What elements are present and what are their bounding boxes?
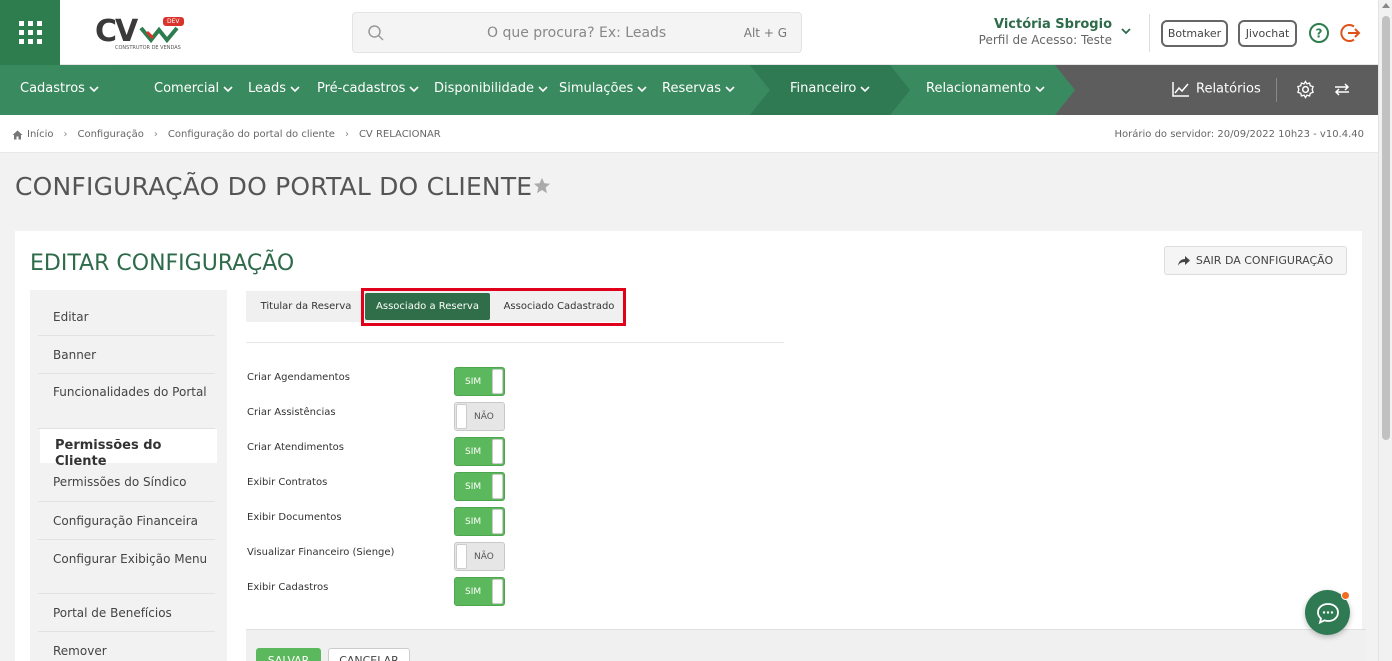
search-placeholder: O que procura? Ex: Leads bbox=[487, 25, 667, 41]
breadcrumb-separator: › bbox=[153, 129, 158, 140]
logout-icon[interactable] bbox=[1340, 22, 1362, 44]
permission-label: Exibir Documentos bbox=[247, 512, 342, 523]
chevron-down-icon bbox=[409, 85, 419, 92]
botmaker-button[interactable]: Botmaker bbox=[1161, 20, 1228, 47]
chevron-down-icon bbox=[223, 85, 233, 92]
sidebar-item-permissoes-sindico[interactable]: Permissões do Síndico bbox=[38, 464, 215, 502]
svg-text:?: ? bbox=[1316, 27, 1323, 41]
permission-label: Visualizar Financeiro (Sienge) bbox=[247, 547, 395, 558]
sidebar-item-remover[interactable]: Remover bbox=[38, 632, 215, 661]
toggle-exibir-contratos[interactable]: SIM bbox=[454, 472, 505, 501]
logo-subtitle: CONSTRUTOR DE VENDAS bbox=[115, 45, 181, 51]
nav-item-relatorios[interactable]: Relatórios bbox=[1172, 81, 1261, 97]
page-title: CONFIGURAÇÃO DO PORTAL DO CLIENTE bbox=[15, 172, 533, 201]
sidebar-item-banner[interactable]: Banner bbox=[38, 336, 215, 374]
divider bbox=[246, 342, 784, 343]
breadcrumb-current: CV RELACIONAR bbox=[358, 129, 441, 140]
config-card: EDITAR CONFIGURAÇÃO SAIR DA CONFIGURAÇÃO… bbox=[15, 231, 1366, 661]
apps-menu-button[interactable] bbox=[0, 0, 60, 65]
notification-dot bbox=[1341, 591, 1350, 600]
breadcrumb-separator: › bbox=[344, 129, 349, 140]
nav-item-disponibilidade[interactable]: Disponibilidade bbox=[434, 81, 548, 96]
sidebar-item-funcionalidades[interactable]: Funcionalidades do Portal bbox=[38, 374, 215, 429]
sidebar: Editar Banner Funcionalidades do Portal … bbox=[30, 290, 227, 661]
exit-config-button[interactable]: SAIR DA CONFIGURAÇÃO bbox=[1164, 246, 1347, 275]
user-menu[interactable]: Victória Sbrogio Perfil de Acesso: Teste bbox=[979, 17, 1112, 47]
breadcrumb-configuracao[interactable]: Configuração bbox=[77, 129, 143, 140]
sidebar-item-config-financeira[interactable]: Configuração Financeira bbox=[38, 502, 215, 540]
nav-divider bbox=[1276, 78, 1277, 102]
nav-item-comercial[interactable]: Comercial bbox=[154, 81, 233, 96]
permission-label: Criar Agendamentos bbox=[247, 372, 350, 383]
share-arrow-icon bbox=[1177, 255, 1190, 266]
cancel-button[interactable]: CANCELAR bbox=[328, 648, 410, 661]
breadcrumb-bar: Início › Configuração › Configuração do … bbox=[0, 115, 1378, 153]
chevron-down-icon bbox=[1035, 85, 1045, 92]
chevron-down-icon[interactable] bbox=[1120, 26, 1132, 36]
chevron-down-icon bbox=[89, 85, 99, 92]
chevron-down-icon bbox=[725, 85, 735, 92]
card-title: EDITAR CONFIGURAÇÃO bbox=[30, 251, 295, 276]
permission-label: Criar Atendimentos bbox=[247, 442, 344, 453]
chevron-down-icon bbox=[290, 85, 300, 92]
breadcrumb-portal-config[interactable]: Configuração do portal do cliente bbox=[168, 129, 335, 140]
chevron-down-icon bbox=[637, 85, 647, 92]
permission-label: Criar Assistências bbox=[247, 407, 336, 418]
nav-item-simulacoes[interactable]: Simulações bbox=[559, 81, 647, 96]
form-actions: SALVAR CANCELAR bbox=[246, 629, 1366, 661]
chevron-down-icon bbox=[860, 85, 870, 92]
search-input[interactable]: O que procura? Ex: Leads Alt + G bbox=[352, 12, 802, 53]
swap-icon[interactable] bbox=[1334, 82, 1350, 97]
sidebar-item-portal-beneficios[interactable]: Portal de Benefícios bbox=[38, 594, 215, 632]
sidebar-item-editar[interactable]: Editar bbox=[38, 299, 215, 336]
main-nav: Cadastros Comercial Leads Pré-cadastros … bbox=[0, 65, 1378, 115]
breadcrumb: Início › Configuração › Configuração do … bbox=[12, 129, 441, 140]
scroll-thumb[interactable] bbox=[1382, 16, 1390, 440]
home-icon bbox=[12, 130, 23, 139]
help-icon[interactable]: ? bbox=[1308, 22, 1330, 44]
toggle-criar-assistencias[interactable]: NÃO bbox=[454, 402, 505, 431]
toggle-criar-atendimentos[interactable]: SIM bbox=[454, 437, 505, 466]
scroll-up-arrow[interactable] bbox=[1382, 3, 1390, 8]
top-bar: CV DEV CONSTRUTOR DE VENDAS O que procur… bbox=[0, 0, 1378, 65]
star-icon[interactable] bbox=[533, 177, 551, 195]
sidebar-item-permissoes-cliente[interactable]: Permissões do Cliente bbox=[40, 429, 217, 469]
search-shortcut: Alt + G bbox=[743, 26, 787, 40]
user-name: Victória Sbrogio bbox=[993, 17, 1112, 32]
save-button[interactable]: SALVAR bbox=[256, 648, 321, 661]
jivochat-button[interactable]: Jivochat bbox=[1238, 20, 1297, 47]
permission-label: Exibir Contratos bbox=[247, 477, 328, 488]
tab-titular-reserva[interactable]: Titular da Reserva bbox=[252, 291, 360, 322]
scrollbar[interactable] bbox=[1378, 0, 1392, 661]
user-profile: Perfil de Acesso: Teste bbox=[978, 33, 1112, 47]
logo-badge: DEV bbox=[163, 17, 184, 26]
nav-item-relacionamento[interactable]: Relacionamento bbox=[926, 81, 1045, 96]
highlight-box bbox=[361, 288, 626, 326]
gear-icon[interactable] bbox=[1296, 80, 1315, 99]
breadcrumb-separator: › bbox=[63, 129, 68, 140]
logo-text: CV bbox=[95, 14, 138, 49]
toggle-criar-agendamentos[interactable]: SIM bbox=[454, 367, 505, 396]
nav-item-financeiro[interactable]: Financeiro bbox=[790, 81, 870, 96]
nav-item-cadastros[interactable]: Cadastros bbox=[20, 81, 99, 96]
sidebar-item-exibicao-menu[interactable]: Configurar Exibição Menu bbox=[38, 540, 215, 594]
toggle-visualizar-financeiro[interactable]: NÃO bbox=[454, 542, 505, 571]
toggle-exibir-documentos[interactable]: SIM bbox=[454, 507, 505, 536]
chevron-down-icon bbox=[538, 85, 548, 92]
chat-icon bbox=[1316, 602, 1339, 624]
server-time: Horário do servidor: 20/09/2022 10h23 - … bbox=[1114, 129, 1364, 140]
logo-wave-icon bbox=[139, 26, 179, 44]
grid-icon bbox=[18, 21, 42, 44]
nav-item-pre-cadastros[interactable]: Pré-cadastros bbox=[317, 81, 419, 96]
nav-item-reservas[interactable]: Reservas bbox=[662, 81, 735, 96]
permission-label: Exibir Cadastros bbox=[247, 582, 329, 593]
logo[interactable]: CV DEV CONSTRUTOR DE VENDAS bbox=[95, 14, 187, 54]
chart-line-icon bbox=[1172, 82, 1189, 97]
nav-item-leads[interactable]: Leads bbox=[248, 81, 300, 96]
search-icon bbox=[368, 25, 384, 41]
toggle-exibir-cadastros[interactable]: SIM bbox=[454, 577, 505, 606]
header-divider bbox=[1149, 14, 1150, 52]
breadcrumb-home[interactable]: Início bbox=[27, 129, 53, 140]
